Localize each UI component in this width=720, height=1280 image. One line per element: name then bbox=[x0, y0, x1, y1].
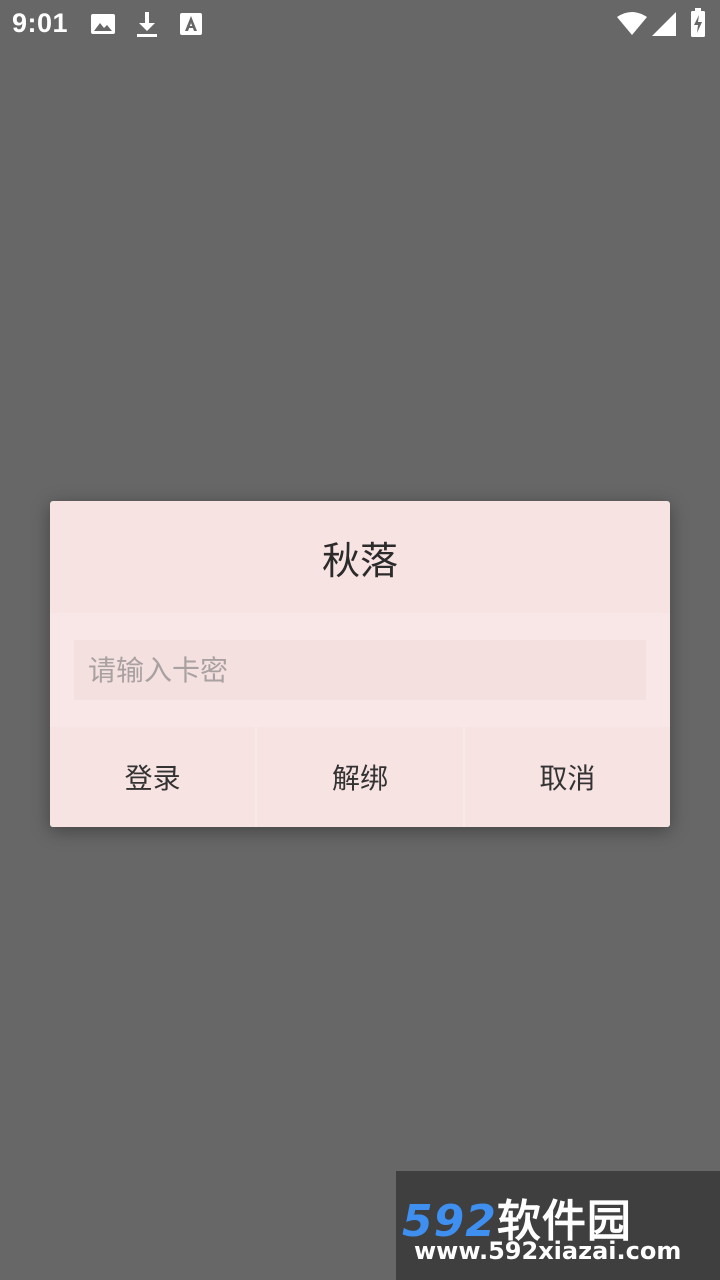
cancel-button[interactable]: 取消 bbox=[462, 727, 670, 827]
dialog-button-row: 登录 解绑 取消 bbox=[50, 727, 670, 827]
text-a-icon bbox=[178, 10, 204, 42]
status-time: 9:01 bbox=[12, 8, 69, 38]
card-key-dialog: 秋落 登录 解绑 取消 bbox=[50, 501, 670, 827]
battery-icon bbox=[690, 8, 706, 42]
unbind-button[interactable]: 解绑 bbox=[255, 727, 463, 827]
image-icon bbox=[90, 10, 116, 42]
login-button[interactable]: 登录 bbox=[50, 727, 256, 827]
wifi-icon bbox=[617, 12, 647, 40]
watermark-logo: 592软件园 www.592xiazai.com bbox=[396, 1171, 720, 1280]
status-bar: 9:01 bbox=[0, 0, 720, 48]
signal-icon bbox=[652, 12, 676, 40]
input-area bbox=[50, 613, 670, 727]
watermark-url: www.592xiazai.com bbox=[414, 1237, 682, 1265]
card-key-input[interactable] bbox=[74, 640, 646, 700]
download-icon bbox=[134, 10, 160, 42]
dialog-title: 秋落 bbox=[321, 538, 398, 583]
